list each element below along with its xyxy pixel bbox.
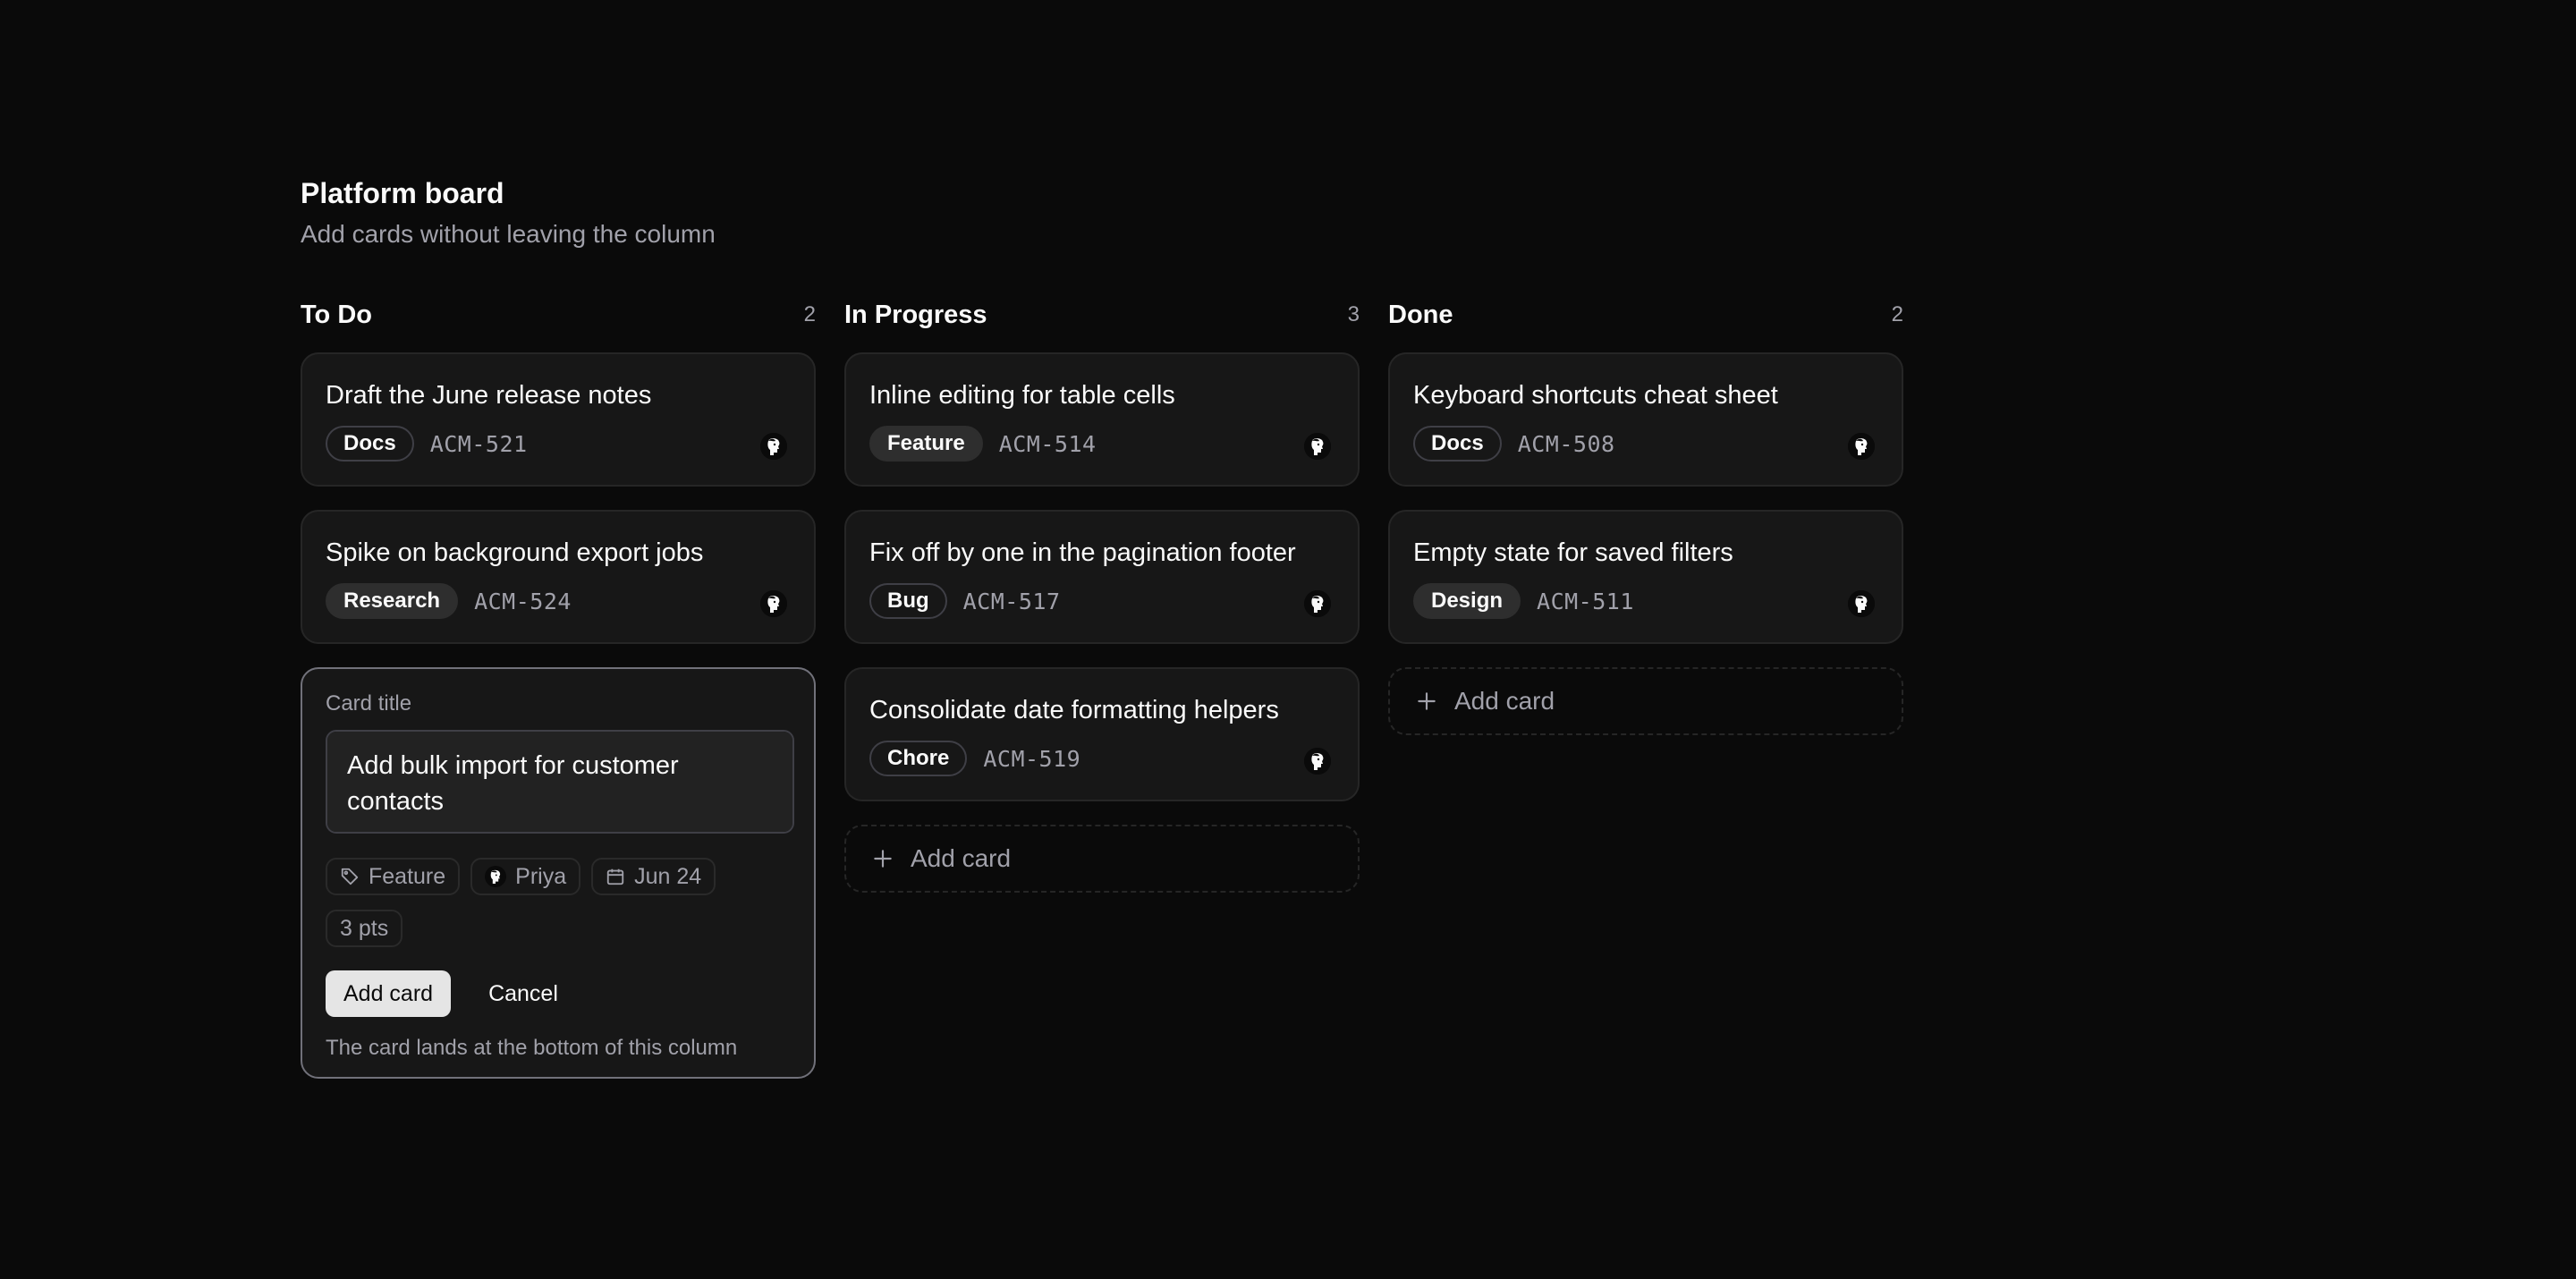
card-title: Inline editing for table cells — [869, 381, 1175, 410]
points-chip[interactable]: 3 pts — [326, 910, 403, 947]
card-meta: Docs ACM-508 — [1413, 426, 1878, 462]
column-title: To Do — [301, 300, 372, 329]
new-card-composer: Card title Add bulk import for customer … — [301, 667, 816, 1079]
tag-icon — [341, 868, 359, 885]
card-meta: Chore ACM-519 — [869, 741, 1335, 776]
card-id: ACM-521 — [429, 430, 528, 457]
card[interactable]: Keyboard shortcuts cheat sheet Docs ACM-… — [1388, 352, 1903, 487]
card[interactable]: Fix off by one in the pagination footer … — [844, 510, 1360, 644]
cancel-button[interactable]: Cancel — [469, 970, 578, 1017]
composer-actions: Add card Cancel — [326, 970, 791, 1017]
avatar-face-icon — [1304, 748, 1331, 775]
label-chip-text: Feature — [369, 863, 446, 889]
card-id: ACM-511 — [1537, 588, 1634, 614]
card-tag: Design — [1413, 583, 1521, 619]
avatar-face-icon — [1304, 433, 1331, 460]
assignee-chip-text: Priya — [515, 863, 567, 889]
add-card-label: Add card — [1454, 687, 1555, 715]
card-title: Fix off by one in the pagination footer — [869, 538, 1296, 567]
card-title-label: Card title — [326, 691, 412, 716]
add-card-label: Add card — [911, 844, 1012, 872]
due-date-chip[interactable]: Jun 24 — [591, 858, 716, 895]
card-meta: Bug ACM-517 — [869, 583, 1335, 619]
card-id: ACM-508 — [1517, 430, 1615, 457]
card-title: Empty state for saved filters — [1413, 538, 1733, 567]
avatar-face-icon — [485, 866, 506, 887]
add-card-button[interactable]: Add card — [326, 970, 452, 1017]
label-chip[interactable]: Feature — [326, 858, 461, 895]
card-tag: Feature — [869, 426, 983, 462]
card[interactable]: Consolidate date formatting helpers Chor… — [844, 667, 1360, 801]
avatar-face-icon — [1848, 590, 1875, 617]
column-count: 3 — [1347, 302, 1360, 326]
card-id: ACM-524 — [474, 588, 572, 614]
card-tag: Docs — [1413, 426, 1502, 462]
avatar-face-icon — [760, 590, 787, 617]
column-count: 2 — [803, 302, 816, 326]
column-count: 2 — [1891, 302, 1903, 326]
card-tag: Chore — [869, 741, 968, 776]
composer-hint: The card lands at the bottom of this col… — [326, 1036, 738, 1060]
column-done: Done 2 Keyboard shortcuts cheat sheet Do… — [1388, 295, 1903, 735]
calendar-icon — [606, 868, 624, 885]
card-id: ACM-514 — [998, 430, 1097, 457]
column-title: In Progress — [844, 300, 987, 329]
column-header: To Do 2 — [301, 295, 816, 335]
card-tag: Research — [326, 583, 459, 619]
assignee-chip[interactable]: Priya — [470, 858, 581, 895]
card-meta: Docs ACM-521 — [326, 426, 791, 462]
add-card-button[interactable]: Add card — [844, 825, 1360, 893]
card[interactable]: Draft the June release notes Docs ACM-52… — [301, 352, 816, 487]
board-header: Platform board Add cards without leaving… — [301, 174, 716, 252]
page-title: Platform board — [301, 177, 504, 209]
card-meta: Research ACM-524 — [326, 583, 791, 619]
card-title: Spike on background export jobs — [326, 538, 704, 567]
avatar-face-icon — [760, 433, 787, 460]
card[interactable]: Empty state for saved filters Design ACM… — [1388, 510, 1903, 644]
column-todo: To Do 2 Draft the June release notes Doc… — [301, 295, 816, 1079]
card-id: ACM-517 — [962, 588, 1061, 614]
card-tag: Docs — [326, 426, 414, 462]
card[interactable]: Spike on background export jobs Research… — [301, 510, 816, 644]
card-id: ACM-519 — [983, 745, 1081, 772]
column-in-progress: In Progress 3 Inline editing for table c… — [844, 295, 1360, 893]
column-header: In Progress 3 — [844, 295, 1360, 335]
card-meta: Design ACM-511 — [1413, 583, 1878, 619]
plus-icon — [874, 850, 892, 868]
card[interactable]: Inline editing for table cells Feature A… — [844, 352, 1360, 487]
plus-icon — [1418, 692, 1436, 710]
card-title-input[interactable]: Add bulk import for customer contacts — [326, 730, 794, 834]
add-card-button[interactable]: Add card — [1388, 667, 1903, 735]
column-title: Done — [1388, 300, 1453, 329]
due-date-chip-text: Jun 24 — [634, 863, 702, 889]
card-title: Consolidate date formatting helpers — [869, 696, 1279, 724]
card-tag: Bug — [869, 583, 947, 619]
column-header: Done 2 — [1388, 295, 1903, 335]
card-title: Draft the June release notes — [326, 381, 652, 410]
composer-chips: Feature Priya Jun 24 3 pts — [326, 858, 794, 947]
card-title: Keyboard shortcuts cheat sheet — [1413, 381, 1778, 410]
avatar-face-icon — [1304, 590, 1331, 617]
page-subtitle: Add cards without leaving the column — [301, 220, 716, 248]
avatar-face-icon — [1848, 433, 1875, 460]
card-meta: Feature ACM-514 — [869, 426, 1335, 462]
